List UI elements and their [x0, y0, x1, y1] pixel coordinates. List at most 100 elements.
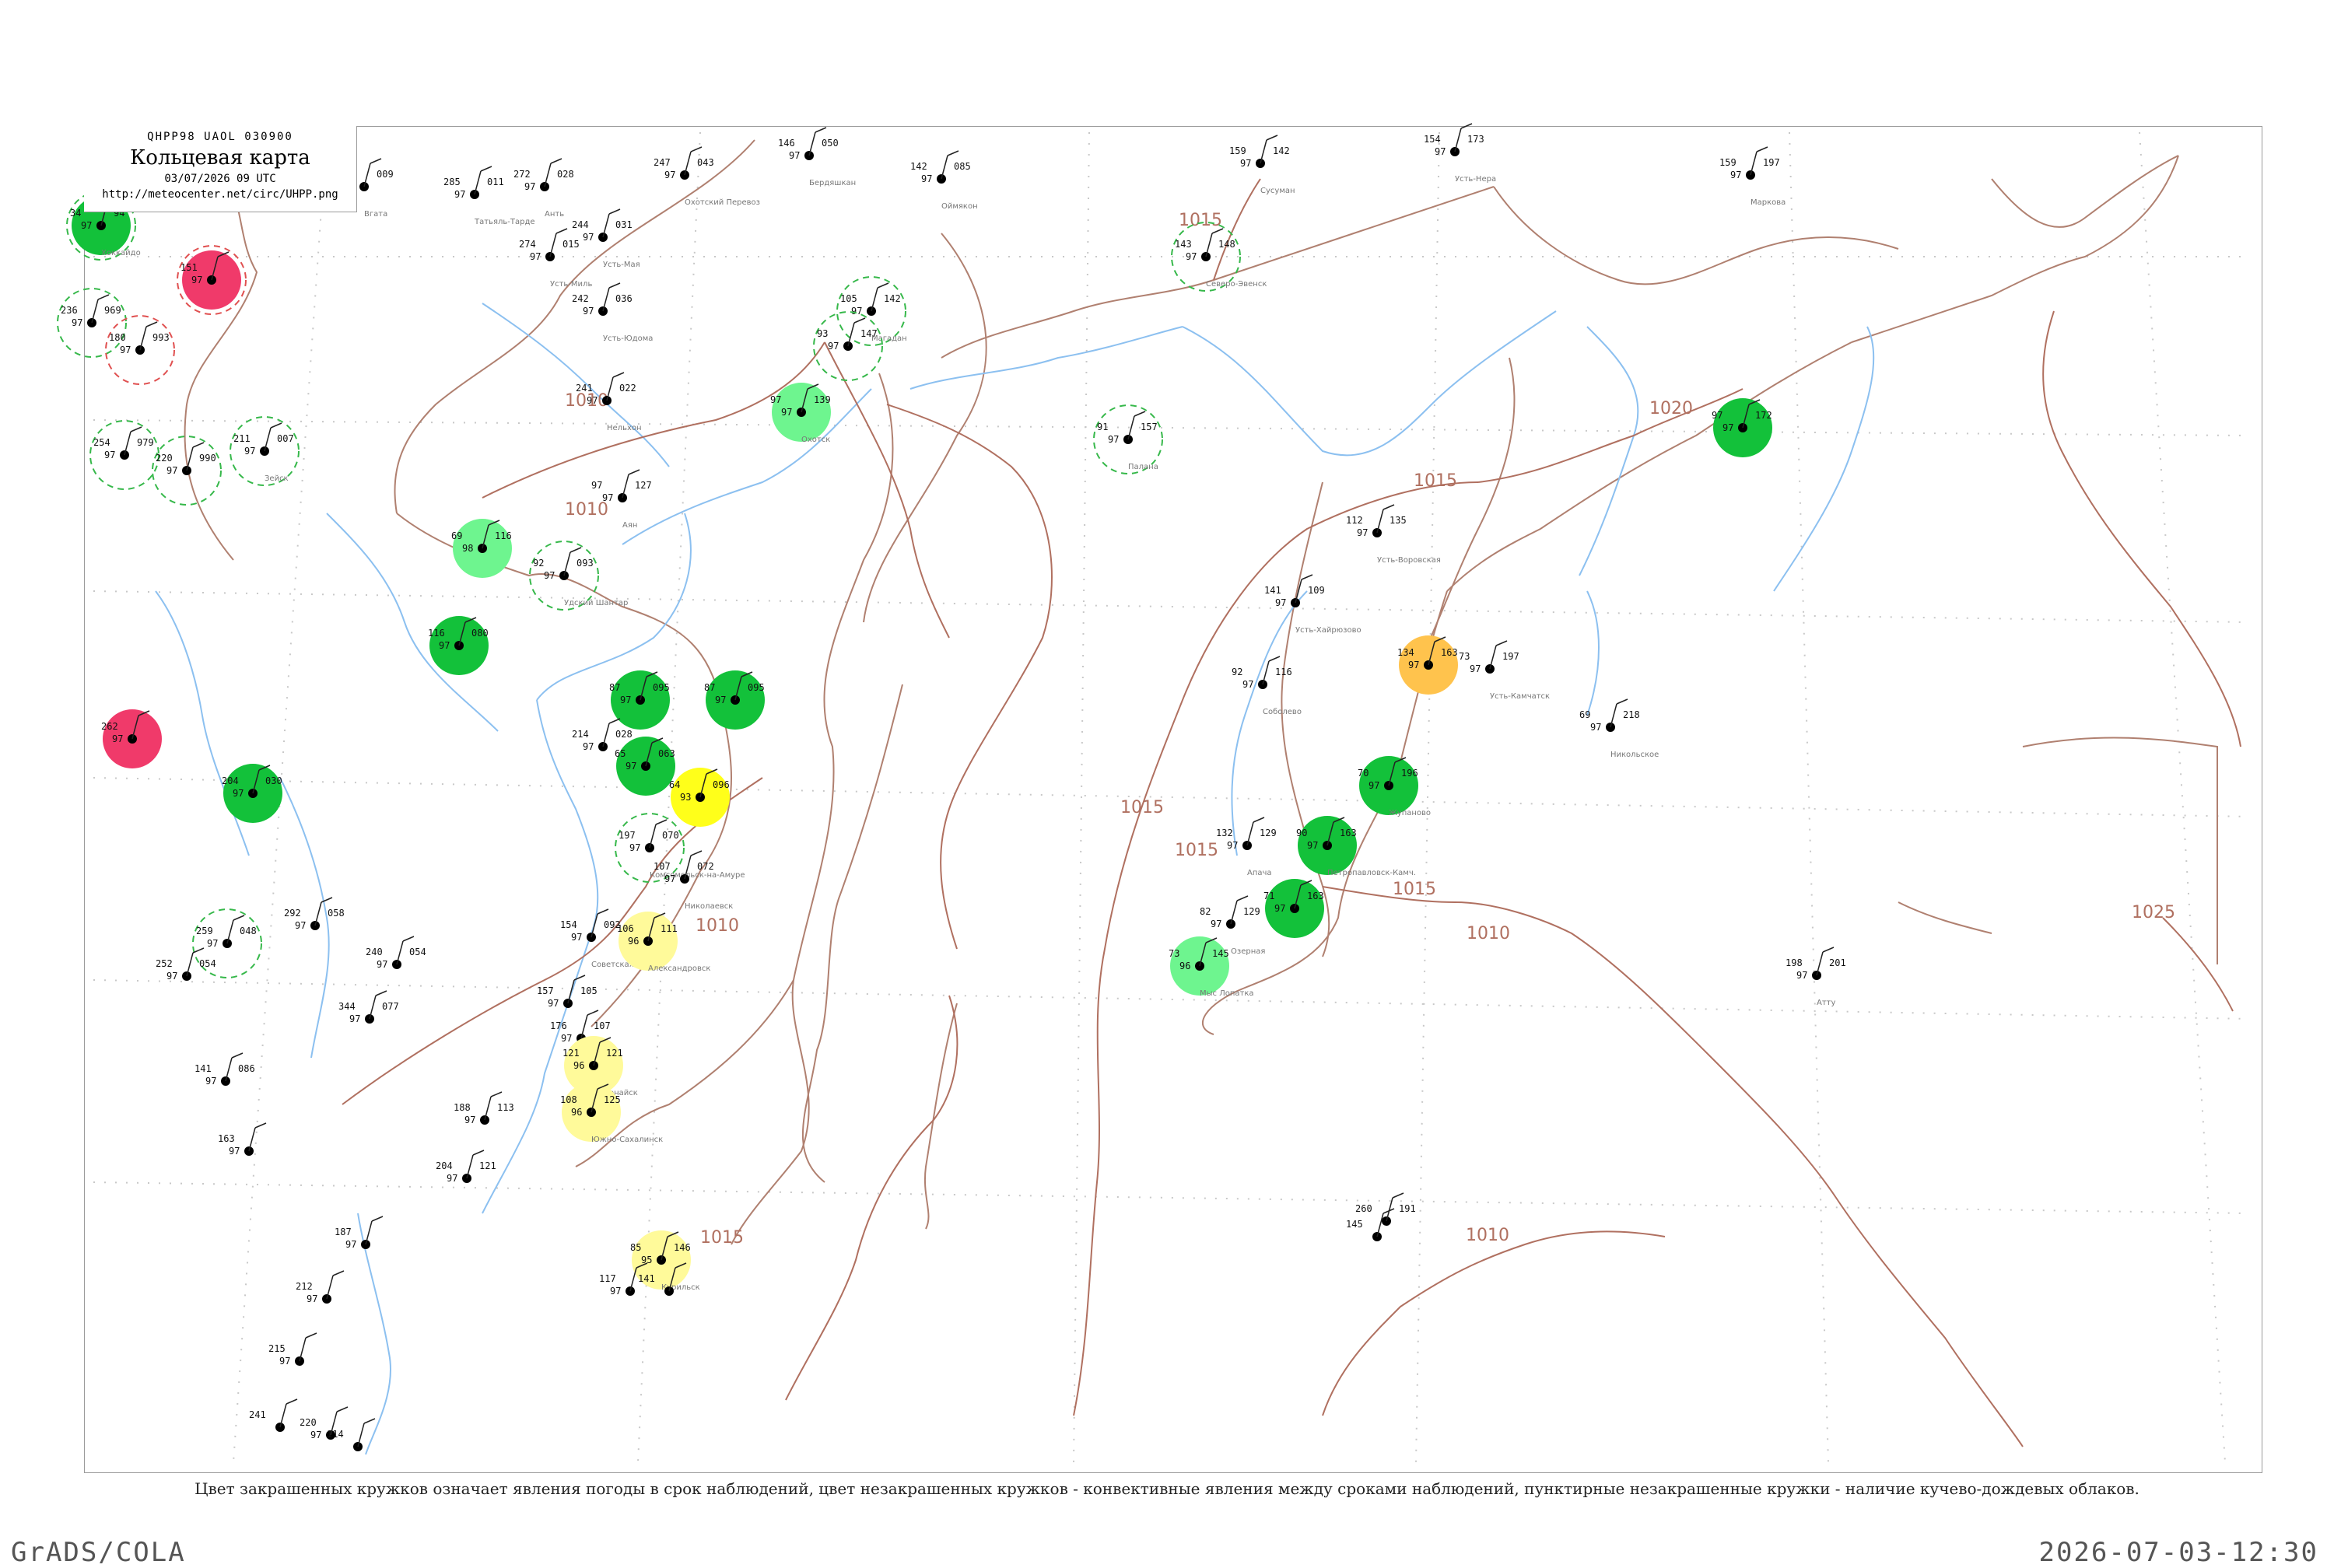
station-value-left: 93 [817, 328, 828, 339]
station-plot[interactable]: 180 97 993 [105, 315, 175, 385]
station-value-left: 259 [196, 926, 213, 936]
station-plot[interactable]: 7397 197 Усть-Камчатск [1459, 640, 1550, 701]
wind-barb [139, 326, 147, 351]
station-plot[interactable]: 260 191 [1355, 1192, 1416, 1226]
station-plot[interactable]: 6998 116 [451, 519, 512, 578]
wind-barb [941, 155, 948, 180]
station-value-left: 85 [630, 1242, 641, 1253]
station-plot[interactable]: 254 97 979 [89, 420, 159, 490]
wind-barb [124, 431, 131, 456]
station-value-right: 163 [1307, 891, 1324, 901]
station-value-left: 240 [366, 947, 383, 957]
wind-barb [1205, 233, 1213, 257]
station-plot[interactable]: 15497 173 Усть-Нера [1424, 123, 1496, 184]
station-plot[interactable]: 9197 157 Палана [1093, 404, 1163, 474]
station-plot[interactable]: 252 97 054 [156, 947, 216, 982]
station-plot[interactable]: 7197 163 [1263, 879, 1324, 938]
station-plot[interactable]: 8797 095 [609, 670, 670, 730]
station-name: Охотский Перевоз [685, 198, 760, 207]
station-plot[interactable]: 247 97 043 Охотский Перевоз [654, 146, 760, 207]
bulletin-code: QHPP98 UAOL 030900 [147, 131, 293, 143]
station-plot[interactable]: 240 97 054 [366, 936, 426, 970]
station-name: Усть-Юдома [603, 334, 653, 343]
station-plot[interactable]: 241 [249, 1398, 298, 1432]
station-plot[interactable]: 23697 969 [57, 288, 127, 358]
wind-barb [847, 322, 855, 347]
station-plot[interactable]: 6997 218 Никольское [1579, 698, 1659, 759]
station-plot[interactable]: 7396 145 Мыс Лопатка [1169, 936, 1254, 998]
coastline [863, 233, 987, 623]
wind-barb [326, 1275, 334, 1300]
station-name: Охотск [801, 436, 830, 444]
station-plot[interactable]: 27297 028 Анть [513, 158, 574, 219]
station-plot[interactable]: 9397 147 [813, 311, 883, 381]
station-plot[interactable]: 7097 196 Жупаново [1358, 756, 1431, 817]
isobar-label: 1010 [1466, 1226, 1509, 1245]
station-plot[interactable]: 14197 109 Усть-Хайрюзово [1264, 574, 1362, 635]
wind-barb [602, 723, 610, 747]
station-value-left: 97 [591, 480, 602, 491]
station-value-left: 97 [770, 394, 781, 405]
station-plot[interactable]: 6597 063 [615, 737, 675, 796]
station-plot[interactable]: 15197 [177, 245, 247, 315]
station-name: Оймякон [941, 202, 978, 211]
station-plot[interactable]: 132 97 129 Апача [1216, 817, 1277, 877]
station-plot[interactable]: 14697 050 Бердяшкан [778, 127, 856, 187]
station-plot[interactable]: 244 97 031 Усть-Мая [572, 208, 640, 269]
station-value-left: 204 [222, 775, 239, 786]
wind-barb [357, 1423, 365, 1447]
wind-barb-feather [1236, 895, 1249, 901]
isobar-label: 1015 [1120, 798, 1164, 817]
map-url[interactable]: http://meteocenter.net/circ/UHPP.png [84, 188, 356, 201]
station-value-right: 009 [377, 169, 394, 180]
station-plot[interactable]: 9297 093 Удский Шантар [529, 541, 628, 611]
station-plot[interactable]: 26297 [101, 709, 162, 768]
station-plot[interactable]: 198 97 201 Атту [1786, 947, 1846, 1007]
station-plot[interactable]: 29297 058 [284, 897, 345, 931]
station-plot[interactable]: 159 97 197 Маркова [1719, 146, 1786, 207]
station-plot[interactable]: 9297 116 Соболево [1232, 656, 1302, 716]
station-plot[interactable]: 14297 085 Оймякон [910, 150, 978, 211]
station-plot[interactable]: 141 97 086 [194, 1052, 255, 1087]
station-plot[interactable]: 11697 080 [428, 616, 489, 675]
station-value-mid: 97 [789, 150, 800, 161]
station-plot[interactable]: 10797 072 Николаевск [654, 850, 733, 911]
station-plot[interactable]: 21597 [268, 1332, 317, 1367]
wind-barb [225, 1057, 233, 1082]
station-plot[interactable]: 242 97 036 Усть-Юдома [572, 282, 653, 343]
station-plot[interactable]: 6493 096 [669, 768, 730, 827]
map-title: Кольцевая карта [130, 146, 310, 170]
station-plot[interactable]: 21297 [296, 1270, 345, 1304]
station-plot[interactable]: 9797 139 Охотск [770, 383, 831, 444]
station-plot[interactable]: 16397 [218, 1122, 267, 1157]
station-plot[interactable]: 9097 163 Петропавловск-Камч. [1296, 816, 1416, 877]
station-value-mid: 97 [781, 407, 792, 418]
station-value-left: 132 [1216, 828, 1233, 838]
station-plot[interactable]: 134 97 163 [1397, 635, 1458, 695]
station-value-right: 107 [594, 1020, 611, 1031]
station-plot[interactable]: 11297 135 Усть-Воровская [1346, 504, 1441, 565]
station-value-mid: 97 [1274, 903, 1285, 914]
station-plot[interactable]: 159 97 142 Сусуман [1229, 135, 1295, 195]
station-plot[interactable]: 22097 990 [152, 436, 222, 506]
station-plot[interactable]: 27497015Усть-Миль [519, 228, 592, 289]
wind-barb [1260, 139, 1267, 164]
wind-barb [549, 233, 557, 257]
station-plot[interactable]: 204 97 121 [436, 1150, 496, 1184]
station-plot[interactable]: 211 97 007 Зейск [230, 416, 300, 486]
station-value-right: 085 [954, 161, 971, 172]
station-value-right: 007 [277, 433, 294, 444]
wind-barb [1750, 151, 1758, 176]
station-plot[interactable]: 14397 148 Северо-Эвенск [1171, 222, 1267, 292]
grid-line [1073, 131, 1090, 1463]
wind-barb [629, 1267, 637, 1292]
station-plot[interactable]: 19797070Комсомольск-на-Амуре [615, 813, 745, 883]
footer-software: GrADS/COLA [11, 1537, 186, 1568]
station-name: Мыс Лопатка [1200, 989, 1254, 998]
station-plot[interactable]: 34497 077 [338, 990, 399, 1024]
station-plot[interactable]: 204 97 030 [222, 764, 282, 823]
station-plot[interactable]: 9797 172 [1712, 398, 1772, 457]
station-value-left: 242 [572, 293, 589, 304]
station-plot[interactable]: 157 97 105 [537, 975, 598, 1009]
station-plot[interactable]: 188 97 113 [454, 1091, 514, 1125]
